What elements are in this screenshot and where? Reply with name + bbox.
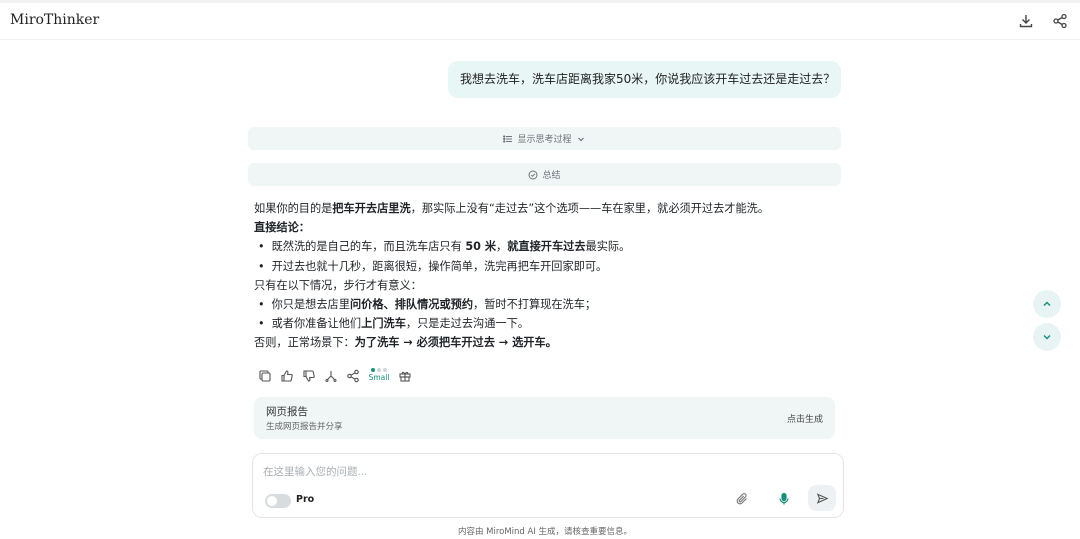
thumbs-up-icon[interactable] [280, 368, 294, 382]
answer-conclusion: 否则，正常场景下：为了洗车 → 必须把车开过去 → 选开车。 [254, 336, 557, 350]
send-button[interactable] [808, 485, 836, 511]
pro-label: Pro [296, 494, 315, 505]
answer-intro: 如果你的目的是把车开去店里洗，那实际上没有“走过去”这个选项——车在家里，就必须… [254, 202, 770, 215]
model-size-selector[interactable]: Small [368, 368, 390, 382]
model-size-label: Small [368, 373, 390, 382]
check-circle-icon [528, 170, 538, 180]
answer-bullet: 开过去也就十几秒，距离很短，操作简单，洗完再把车开回家即可。 [254, 257, 844, 276]
answer-bullet: 你只是想去店里问价格、排队情况或预约，暂时不打算现在洗车； [254, 295, 844, 314]
answer-condition: 只有在以下情况，步行才有意义： [254, 278, 422, 292]
message-actions: Small [258, 368, 412, 383]
generate-report-button[interactable]: 点击生成 [787, 412, 823, 425]
share-icon[interactable] [1052, 13, 1068, 29]
answer-heading: 直接结论： [254, 221, 310, 235]
summary-label: 总结 [542, 171, 561, 181]
app-title: MiroThinker [10, 12, 100, 28]
answer-bullet: 或者你准备让他们上门洗车，只是走过去沟通一下。 [254, 314, 844, 333]
scroll-down-button[interactable] [1033, 323, 1061, 351]
assistant-answer: 如果你的目的是把车开去店里洗，那实际上没有“走过去”这个选项——车在家里，就必须… [254, 199, 844, 353]
top-bar: MiroThinker [0, 0, 1080, 40]
show-thinking-toggle[interactable]: 显示思考过程 [248, 127, 841, 150]
mic-icon[interactable] [777, 491, 791, 505]
report-title: 网页报告 [266, 406, 308, 418]
pro-toggle[interactable] [265, 494, 291, 508]
show-thinking-label: 显示思考过程 [517, 135, 572, 145]
thumbs-down-icon[interactable] [302, 368, 316, 382]
message-composer: Pro [252, 453, 844, 518]
summary-bar[interactable]: 总结 [248, 163, 841, 186]
pro-toggle-knob [267, 496, 277, 506]
download-icon[interactable] [1018, 13, 1034, 29]
web-report-card: 网页报告 生成网页报告并分享 点击生成 [254, 397, 835, 439]
send-icon [816, 492, 829, 504]
chevron-down-icon [1043, 334, 1051, 340]
chevron-down-icon [576, 134, 586, 144]
question-input[interactable] [263, 464, 823, 480]
gift-icon[interactable] [398, 368, 412, 382]
report-subtitle: 生成网页报告并分享 [266, 422, 343, 432]
scroll-up-button[interactable] [1033, 290, 1061, 318]
user-message-bubble: 我想去洗车，洗车店距离我家50米，你说我应该开车过去还是走过去？ [448, 61, 841, 98]
copy-icon[interactable] [258, 368, 272, 382]
ai-disclaimer: 内容由 MiroMind AI 生成，请核查重要信息。 [457, 527, 633, 537]
top-actions [1018, 13, 1068, 29]
branch-icon[interactable] [324, 368, 338, 383]
list-icon [503, 134, 513, 144]
chevron-up-icon [1043, 301, 1051, 307]
paperclip-icon[interactable] [735, 491, 749, 505]
answer-bullet: 既然洗的是自己的车，而且洗车店只有 50 米，就直接开车过去最实际。 [254, 237, 844, 256]
share-icon[interactable] [346, 368, 360, 383]
